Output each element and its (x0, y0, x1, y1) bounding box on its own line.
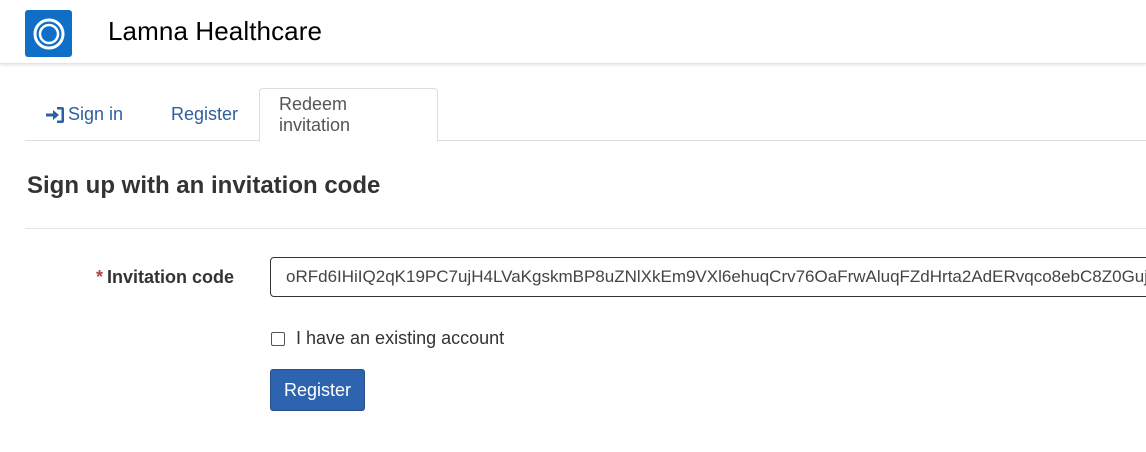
existing-account-checkbox[interactable] (271, 331, 285, 346)
invitation-code-input[interactable]: oRFd6IHiIQ2qK19PC7ujH4LVaKgskmBP8uZNlXkE… (270, 257, 1146, 297)
invitation-code-label: * Invitation code (96, 267, 234, 288)
tab-sign-in[interactable]: Sign in (25, 88, 143, 141)
brand-name[interactable]: Lamna Healthcare (108, 16, 322, 47)
tab-register[interactable]: Register (151, 88, 258, 141)
site-header: Lamna Healthcare (0, 0, 1146, 64)
register-button[interactable]: Register (270, 369, 365, 411)
sign-in-icon (46, 106, 64, 123)
auth-tabs: Sign in Register Redeem invitation (25, 88, 1146, 142)
existing-account-label[interactable]: I have an existing account (296, 328, 504, 349)
existing-account-row[interactable]: I have an existing account (271, 328, 504, 349)
invitation-code-label-text: Invitation code (107, 267, 235, 287)
tab-sign-in-label: Sign in (68, 104, 124, 124)
required-marker: * (96, 267, 104, 287)
section-divider (25, 228, 1146, 229)
page-title: Sign up with an invitation code (27, 172, 381, 199)
tab-register-label: Register (171, 104, 239, 124)
ring-logo-icon[interactable] (25, 10, 72, 57)
tab-redeem-invitation[interactable]: Redeem invitation (259, 88, 438, 142)
tab-redeem-invitation-label: Redeem invitation (279, 94, 351, 135)
